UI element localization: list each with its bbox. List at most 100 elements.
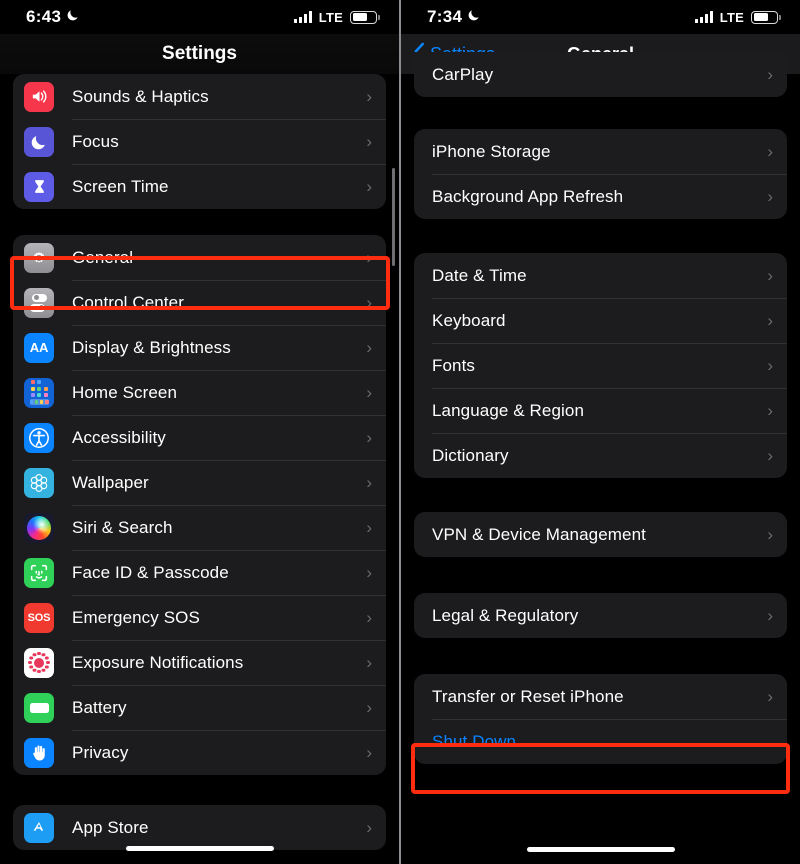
list-item[interactable]: Face ID & Passcode › bbox=[13, 550, 386, 595]
list-item[interactable]: CarPlay › bbox=[414, 52, 787, 97]
chevron-right-icon: › bbox=[366, 132, 372, 151]
sidebar-item-general[interactable]: General › bbox=[13, 235, 386, 280]
general-settings-list[interactable]: CarPlay › iPhone Storage › Background Ap… bbox=[401, 52, 800, 764]
chevron-right-icon: › bbox=[366, 248, 372, 267]
list-item-label: iPhone Storage bbox=[432, 141, 551, 161]
list-item-label: Exposure Notifications bbox=[72, 652, 244, 672]
list-item[interactable]: Privacy › bbox=[13, 730, 386, 775]
home-indicator bbox=[526, 847, 675, 852]
list-item-label: Background App Refresh bbox=[432, 186, 624, 206]
chevron-right-icon: › bbox=[767, 65, 773, 84]
list-item[interactable]: Focus › bbox=[13, 119, 386, 164]
list-item[interactable]: Dictionary › bbox=[414, 433, 787, 478]
list-item-label: Battery bbox=[72, 697, 127, 717]
hourglass-icon bbox=[24, 171, 54, 202]
settings-group-vpn: VPN & Device Management › bbox=[414, 512, 787, 557]
chevron-right-icon: › bbox=[366, 428, 372, 447]
chevron-right-icon: › bbox=[767, 266, 773, 285]
status-bar-right-group: LTE bbox=[293, 10, 380, 25]
list-item[interactable]: Screen Time › bbox=[13, 164, 386, 209]
list-item-label: Display & Brightness bbox=[72, 337, 231, 357]
chevron-right-icon: › bbox=[767, 142, 773, 161]
list-item[interactable]: Fonts › bbox=[414, 343, 787, 388]
shut-down-label: Shut Down bbox=[432, 731, 517, 751]
sos-icon: SOS bbox=[24, 602, 54, 633]
chevron-right-icon: › bbox=[366, 698, 372, 717]
list-item[interactable]: iPhone Storage › bbox=[414, 129, 787, 174]
battery-icon bbox=[24, 692, 54, 723]
settings-group-reset: Transfer or Reset iPhone › Shut Down bbox=[414, 674, 787, 764]
list-item[interactable]: Sounds & Haptics › bbox=[13, 74, 386, 119]
list-item[interactable]: AA Display & Brightness › bbox=[13, 325, 386, 370]
nav-bar-left: Settings bbox=[0, 34, 399, 74]
list-item[interactable]: Legal & Regulatory › bbox=[414, 593, 787, 638]
status-bar-left-group: 6:43 bbox=[26, 7, 80, 27]
battery-icon bbox=[751, 10, 781, 24]
list-item-label: Home Screen bbox=[72, 382, 178, 402]
list-item-label: Keyboard bbox=[432, 310, 506, 330]
aa-icon-text: AA bbox=[29, 340, 49, 355]
status-bar-right: 7:34 LTE bbox=[401, 0, 800, 34]
settings-group-2: General › Control Center › AA Display & … bbox=[13, 235, 386, 775]
chevron-right-icon: › bbox=[366, 338, 372, 357]
speaker-icon bbox=[24, 81, 54, 112]
list-item[interactable]: Wallpaper › bbox=[13, 460, 386, 505]
list-item[interactable]: Battery › bbox=[13, 685, 386, 730]
exposure-dots-icon bbox=[24, 647, 54, 678]
list-item[interactable]: Transfer or Reset iPhone › bbox=[414, 674, 787, 719]
battery-icon bbox=[350, 10, 380, 24]
list-item[interactable]: Date & Time › bbox=[414, 253, 787, 298]
list-item[interactable]: Keyboard › bbox=[414, 298, 787, 343]
list-item-label: Focus bbox=[72, 131, 119, 151]
list-item-label: Date & Time bbox=[432, 265, 527, 285]
list-item-label: Control Center bbox=[72, 292, 184, 312]
list-item-label: VPN & Device Management bbox=[432, 524, 646, 544]
list-item[interactable]: Siri & Search › bbox=[13, 505, 386, 550]
list-item[interactable]: Background App Refresh › bbox=[414, 174, 787, 219]
list-item[interactable]: App Store › bbox=[13, 805, 386, 850]
settings-list-left[interactable]: Sounds & Haptics › Focus › Screen Time › bbox=[0, 74, 399, 850]
page-title: Settings bbox=[162, 43, 237, 64]
toggles-icon bbox=[24, 287, 54, 318]
status-bar-left: 6:43 LTE bbox=[0, 0, 399, 34]
chevron-right-icon: › bbox=[767, 311, 773, 330]
chevron-right-icon: › bbox=[366, 518, 372, 537]
list-item[interactable]: Control Center › bbox=[13, 280, 386, 325]
hand-icon bbox=[24, 737, 54, 768]
chevron-right-icon: › bbox=[366, 563, 372, 582]
chevron-right-icon: › bbox=[366, 608, 372, 627]
list-item[interactable]: Accessibility › bbox=[13, 415, 386, 460]
list-item-label: Emergency SOS bbox=[72, 607, 200, 627]
settings-group-1: Sounds & Haptics › Focus › Screen Time › bbox=[13, 74, 386, 209]
sos-icon-text: SOS bbox=[27, 611, 51, 624]
list-item-label: Legal & Regulatory bbox=[432, 605, 579, 625]
status-time: 6:43 bbox=[26, 7, 62, 26]
list-item[interactable]: VPN & Device Management › bbox=[414, 512, 787, 557]
left-phone-screen: 6:43 LTE Settings Sounds & Haptics › Foc… bbox=[0, 0, 399, 864]
moon-icon bbox=[24, 126, 54, 157]
chevron-right-icon: › bbox=[366, 473, 372, 492]
chevron-right-icon: › bbox=[366, 653, 372, 672]
list-item-label: Dictionary bbox=[432, 445, 509, 465]
chevron-right-icon: › bbox=[366, 743, 372, 762]
settings-group-carplay: CarPlay › bbox=[414, 52, 787, 97]
list-item[interactable]: Language & Region › bbox=[414, 388, 787, 433]
list-item[interactable]: SOS Emergency SOS › bbox=[13, 595, 386, 640]
face-id-icon bbox=[24, 557, 54, 588]
scrollbar-indicator[interactable] bbox=[392, 168, 395, 266]
cellular-bars-icon bbox=[694, 11, 713, 23]
siri-orb-icon bbox=[24, 512, 54, 543]
list-item[interactable]: Home Screen › bbox=[13, 370, 386, 415]
chevron-right-icon: › bbox=[767, 356, 773, 375]
dual-screenshot-container: 6:43 LTE Settings Sounds & Haptics › Foc… bbox=[0, 0, 800, 864]
chevron-right-icon: › bbox=[366, 383, 372, 402]
chevron-right-icon: › bbox=[767, 446, 773, 465]
list-item[interactable]: Exposure Notifications › bbox=[13, 640, 386, 685]
list-item-label: Siri & Search bbox=[72, 517, 173, 537]
status-bar-right-group: LTE bbox=[694, 10, 781, 25]
shut-down-button[interactable]: Shut Down bbox=[414, 719, 787, 764]
